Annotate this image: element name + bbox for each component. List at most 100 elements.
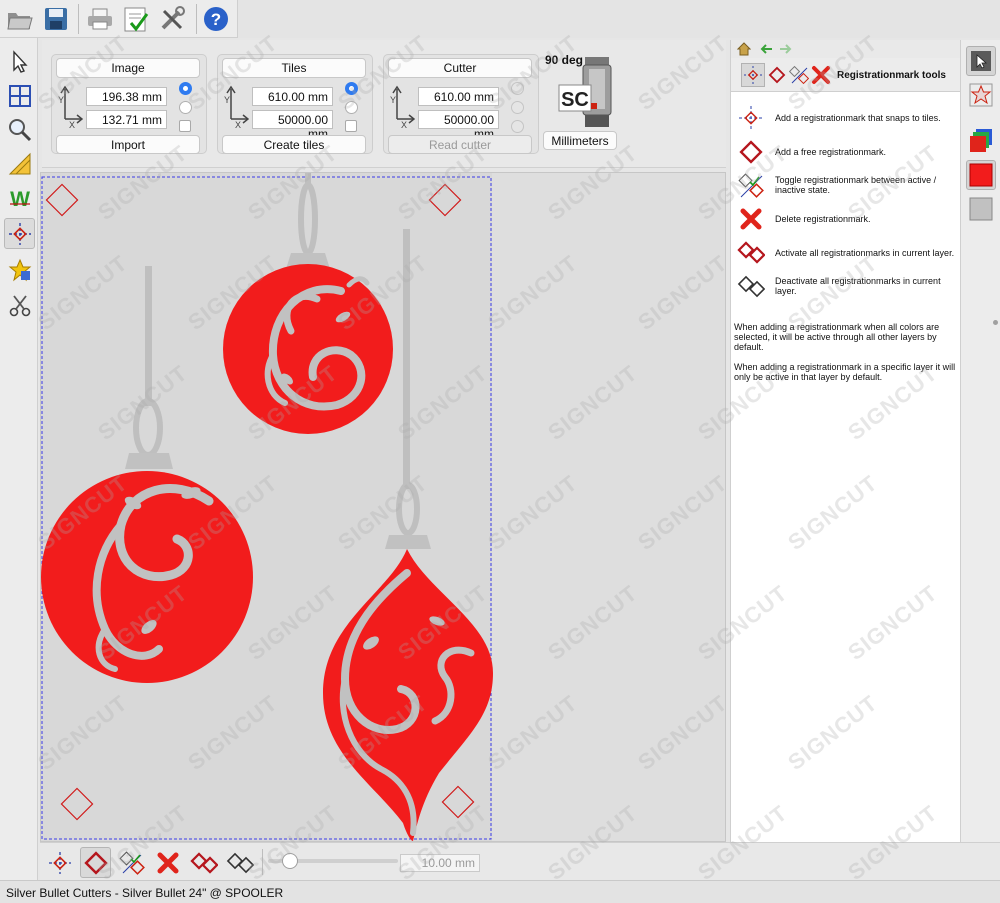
svg-text:?: ? <box>211 10 221 29</box>
help-icon[interactable]: ? <box>200 3 232 35</box>
xy-axes-icon: YX <box>58 85 83 129</box>
print-icon[interactable] <box>84 3 116 35</box>
reg-item-text: Add a registrationmark that snaps to til… <box>775 113 941 123</box>
tab-delete-registration[interactable] <box>809 63 833 87</box>
tab-toggle-registration[interactable] <box>787 63 811 87</box>
xy-axes-icon: YX <box>224 85 249 129</box>
cutter-group: Cutter YX 610.00 mm 50000.00 mm Read cut… <box>383 54 539 154</box>
colors-stack-icon[interactable] <box>966 126 996 156</box>
delete-registration-icon[interactable] <box>152 847 183 878</box>
cutter-radio-bottom[interactable] <box>511 120 524 133</box>
grid-icon[interactable] <box>4 80 35 111</box>
tiles-y-field[interactable]: 50000.00 mm <box>252 110 333 141</box>
ruler-icon[interactable] <box>4 148 35 179</box>
tiles-radio-top[interactable] <box>345 82 358 95</box>
properties-panel: Image YX 196.38 mm 132.71 mm Import Tile… <box>42 40 726 168</box>
tiles-group: Tiles YX 610.00 mm 50000.00 mm Create ti… <box>217 54 373 154</box>
cutter-x-field[interactable]: 610.00 mm <box>418 87 499 106</box>
scissors-icon[interactable] <box>4 290 35 321</box>
activate-all-icon <box>737 239 765 267</box>
logo-text: SC <box>561 89 589 111</box>
cutter-radio-top[interactable] <box>511 82 524 95</box>
svg-text:X: X <box>235 120 241 129</box>
snap-registration-icon <box>737 104 765 132</box>
image-radio-top[interactable] <box>179 82 192 95</box>
save-icon[interactable] <box>40 3 72 35</box>
reg-item-text: Add a free registrationmark. <box>775 147 887 157</box>
scroll-indicator <box>993 320 998 325</box>
tab-snap-registration[interactable] <box>741 63 765 87</box>
top-toolbar: ? <box>0 0 238 38</box>
tools-icon[interactable] <box>156 3 188 35</box>
reg-item-text: Activate all registrationmarks in curren… <box>775 248 955 258</box>
reg-item-text: Delete registrationmark. <box>775 214 871 224</box>
reg-item-snap[interactable]: Add a registrationmark that snaps to til… <box>735 104 959 134</box>
zoom-icon[interactable] <box>4 114 35 145</box>
deactivate-all-icon[interactable] <box>224 847 255 878</box>
tab-free-registration[interactable] <box>765 63 789 87</box>
status-bar: Silver Bullet Cutters - Silver Bullet 24… <box>0 880 1000 903</box>
svg-text:X: X <box>401 120 407 129</box>
forward-arrow-icon[interactable] <box>779 43 793 55</box>
delete-registration-icon <box>737 205 765 233</box>
gray-layer-swatch[interactable] <box>966 194 996 224</box>
panel-nav <box>731 40 961 58</box>
toggle-registration-icon[interactable] <box>116 847 147 878</box>
select-arrow-icon[interactable] <box>4 46 35 77</box>
red-layer-swatch[interactable] <box>966 160 996 190</box>
reg-item-free[interactable]: Add a free registrationmark. <box>735 138 959 168</box>
image-checkbox[interactable] <box>179 120 191 132</box>
status-text: Silver Bullet Cutters - Silver Bullet 24… <box>6 886 284 900</box>
create-tiles-button[interactable]: Create tiles <box>222 135 366 154</box>
design-canvas[interactable] <box>40 172 726 842</box>
image-y-field[interactable]: 132.71 mm <box>86 110 167 129</box>
reg-item-text: Toggle registrationmark between active /… <box>775 175 937 195</box>
activate-all-icon[interactable] <box>188 847 219 878</box>
signcut-logo[interactable]: SC <box>553 55 623 130</box>
tiles-checkbox[interactable] <box>345 120 357 132</box>
reg-item-delete[interactable]: Delete registrationmark. <box>735 205 959 235</box>
snap-registration-icon[interactable] <box>44 847 75 878</box>
reg-item-text: Deactivate all registrationmarks in curr… <box>775 276 941 296</box>
cutter-radio-middle[interactable] <box>511 101 524 114</box>
left-toolbar: W <box>0 38 38 880</box>
registration-mark-icon[interactable] <box>4 218 35 249</box>
checklist-icon[interactable] <box>120 3 152 35</box>
select-layer-icon[interactable] <box>966 46 996 76</box>
tiles-radio-middle[interactable] <box>345 101 358 114</box>
image-group: Image YX 196.38 mm 132.71 mm Import <box>51 54 207 154</box>
zoom-value-field[interactable]: 10.00 mm <box>400 854 480 872</box>
zoom-slider-knob[interactable] <box>281 853 298 869</box>
units-button[interactable]: Millimeters <box>543 131 617 150</box>
home-icon[interactable] <box>737 42 751 56</box>
image-radio-middle[interactable] <box>179 101 192 114</box>
open-folder-icon[interactable] <box>4 3 36 35</box>
reg-item-activate-all[interactable]: Activate all registrationmarks in curren… <box>735 239 959 269</box>
toolbar-empty-area <box>238 0 1000 38</box>
xy-axes-icon: YX <box>390 85 415 129</box>
deactivate-all-icon <box>737 273 765 301</box>
reg-item-deactivate-all[interactable]: Deactivate all registrationmarks in curr… <box>735 273 959 303</box>
star-shape-icon[interactable] <box>4 254 35 285</box>
reg-note-specific-layer: When adding a registrationmark in a spec… <box>734 362 956 382</box>
image-x-field[interactable]: 196.38 mm <box>86 87 167 106</box>
cutter-y-field[interactable]: 50000.00 mm <box>418 110 499 141</box>
svg-text:Y: Y <box>390 95 396 105</box>
svg-text:Y: Y <box>58 95 64 105</box>
free-registration-icon[interactable] <box>80 847 111 878</box>
cutter-header: Cutter <box>388 58 532 78</box>
free-registration-icon <box>737 138 765 166</box>
reg-item-toggle[interactable]: Toggle registrationmark between active /… <box>735 172 959 202</box>
tiles-header: Tiles <box>222 58 366 78</box>
image-header: Image <box>56 58 200 78</box>
back-arrow-icon[interactable] <box>759 43 773 55</box>
star-layer-icon[interactable] <box>966 80 996 110</box>
registration-tool-tabs: Registrationmark tools <box>731 58 961 92</box>
panel-title: Registrationmark tools <box>837 70 946 81</box>
read-cutter-button[interactable]: Read cutter <box>388 135 532 154</box>
import-button[interactable]: Import <box>56 135 200 154</box>
weed-w-icon[interactable]: W <box>4 182 35 213</box>
layer-tools-strip <box>960 40 1000 842</box>
toggle-registration-icon <box>737 172 765 200</box>
tiles-x-field[interactable]: 610.00 mm <box>252 87 333 106</box>
